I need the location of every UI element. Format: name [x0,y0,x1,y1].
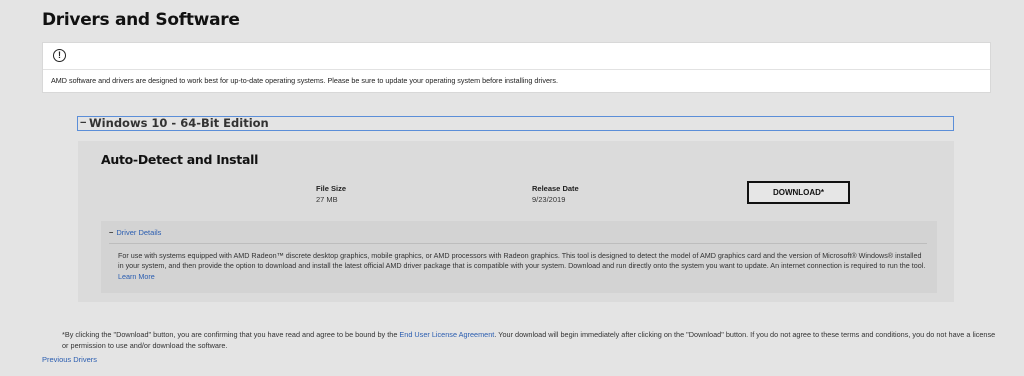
terms-text-1: *By clicking the "Download" button, you … [62,330,400,339]
notice-header: ! [43,43,990,70]
notice-banner: ! AMD software and drivers are designed … [42,42,991,93]
download-button[interactable]: DOWNLOAD* [747,181,850,204]
os-section-header[interactable]: − Windows 10 - 64-Bit Edition [77,116,954,131]
file-size-label: File Size [316,184,347,193]
auto-detect-title: Auto-Detect and Install [101,152,259,167]
driver-details-description: For use with systems equipped with AMD R… [118,251,926,282]
exclamation-circle-icon: ! [53,49,66,62]
download-terms-note: *By clicking the "Download" button, you … [62,330,997,351]
release-date-label: Release Date [532,184,579,193]
driver-details-box: − Driver Details For use with systems equ… [101,221,937,293]
driver-details-toggle[interactable]: − Driver Details [109,228,161,237]
collapse-icon[interactable]: − [109,228,113,237]
learn-more-link[interactable]: Learn More [118,272,155,281]
description-text: For use with systems equipped with AMD R… [118,251,926,271]
previous-drivers-link[interactable]: Previous Drivers [42,355,97,364]
divider [109,243,927,244]
auto-detect-panel: Auto-Detect and Install File Size 27 MB … [78,141,954,302]
notice-text: AMD software and drivers are designed to… [51,76,558,85]
os-section-title[interactable]: Windows 10 - 64-Bit Edition [89,117,269,130]
eula-link[interactable]: End User License Agreement [399,330,494,339]
page-title: Drivers and Software [42,10,240,30]
file-size-value: 27 MB [316,195,338,204]
release-date-value: 9/23/2019 [532,195,566,204]
collapse-icon[interactable]: − [80,117,86,130]
driver-details-label[interactable]: Driver Details [116,228,161,237]
